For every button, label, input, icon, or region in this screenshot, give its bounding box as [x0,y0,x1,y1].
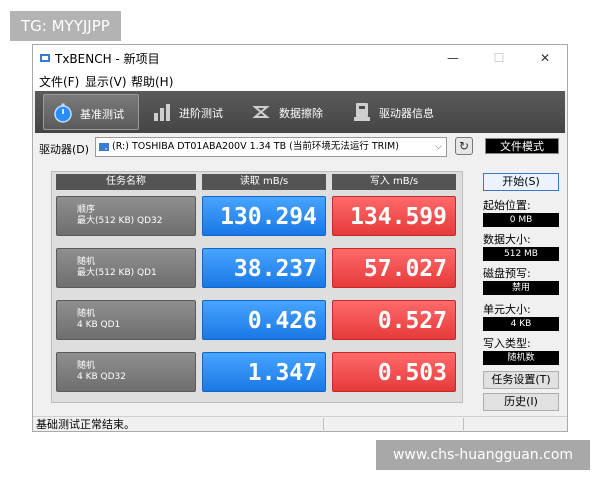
write-value: 0.527 [332,300,456,340]
settings-panel: 开始(S) 起始位置: 0 MB 数据大小: 512 MB 磁盘预写: 禁用 单… [483,171,561,411]
drive-icon [99,143,109,151]
tab-drive-info-label: 驱动器信息 [379,107,434,120]
unit-size-value[interactable]: 4 KB [483,317,559,331]
header-read: 读取 mB/s [202,174,326,190]
read-value: 130.294 [202,196,326,236]
task-settings-button[interactable]: 任务设置(T) [483,371,559,389]
status-bar: 基础测试正常结束。 [33,416,567,431]
header-task: 任务名称 [56,174,196,190]
app-window: TxBENCH - 新项目 — ☐ ✕ 文件(F) 显示(V) 帮助(H) 基准… [32,44,568,432]
start-position-label: 起始位置: [483,199,531,212]
history-button[interactable]: 历史(I) [483,393,559,411]
tab-drive-info[interactable]: 驱动器信息 [343,94,451,130]
refresh-button[interactable]: ↻ [455,137,473,155]
start-button[interactable]: 开始(S) [483,173,559,191]
data-size-label: 数据大小: [483,233,531,246]
stopwatch-icon [54,103,72,123]
task-button-rnd-4k-q32[interactable]: 随机 4 KB QD32 [56,352,196,392]
title-bar: TxBENCH - 新项目 — ☐ ✕ [33,45,567,71]
table-row: 随机 4 KB QD1 0.426 0.527 [52,296,462,344]
task-detail: 4 KB QD32 [77,372,126,382]
data-size-value[interactable]: 512 MB [483,247,559,261]
drive-select-value: (R:) TOSHIBA DT01ABA200V 1.34 TB (当前环境无法… [112,141,399,152]
menu-bar: 文件(F) 显示(V) 帮助(H) [33,71,567,91]
precondition-label: 磁盘预写: [483,267,531,280]
tab-erase-label: 数据擦除 [279,107,323,120]
start-position-value[interactable]: 0 MB [483,213,559,227]
write-type-value[interactable]: 随机数 [483,351,559,365]
read-value: 1.347 [202,352,326,392]
precondition-value[interactable]: 禁用 [483,281,559,295]
chevron-down-icon: ⌵ [435,142,442,152]
close-button[interactable]: ✕ [525,45,565,71]
task-type: 顺序 [77,205,96,215]
drive-select[interactable]: (R:) TOSHIBA DT01ABA200V 1.34 TB (当前环境无法… [95,137,447,157]
task-button-rnd-512k-q1[interactable]: 随机 最大(512 KB) QD1 [56,248,196,288]
header-write: 写入 mB/s [332,174,456,190]
unit-size-label: 单元大小: [483,303,531,316]
file-mode-button[interactable]: 文件模式 [485,138,559,154]
maximize-button[interactable]: ☐ [479,45,519,71]
status-divider [323,418,324,430]
tab-advanced-label: 进阶测试 [179,107,223,120]
task-detail: 最大(512 KB) QD1 [77,268,157,278]
refresh-icon: ↻ [458,139,470,153]
status-divider [463,418,464,430]
drive-info-icon [354,103,370,121]
minimize-button[interactable]: — [433,45,473,71]
write-value: 57.027 [332,248,456,288]
task-detail: 4 KB QD1 [77,320,121,330]
write-value: 134.599 [332,196,456,236]
write-type-label: 写入类型: [483,337,531,350]
window-title: TxBENCH - 新项目 [55,52,160,66]
watermark-top-left: TG: MYYJJPP [10,11,121,41]
task-button-seq-q32[interactable]: 顺序 最大(512 KB) QD32 [56,196,196,236]
task-button-rnd-4k-q1[interactable]: 随机 4 KB QD1 [56,300,196,340]
watermark-bottom-right: www.chs-huangguan.com [376,440,590,470]
read-value: 0.426 [202,300,326,340]
tab-benchmark[interactable]: 基准测试 [43,94,139,130]
task-type: 随机 [77,361,96,371]
tab-erase[interactable]: 数据擦除 [243,94,339,130]
table-row: 随机 最大(512 KB) QD1 38.237 57.027 [52,244,462,292]
app-icon [40,54,50,62]
table-row: 顺序 最大(512 KB) QD32 130.294 134.599 [52,192,462,240]
menu-file[interactable]: 文件(F) [39,73,79,90]
read-value: 38.237 [202,248,326,288]
status-text: 基础测试正常结束。 [36,418,135,431]
write-value: 0.503 [332,352,456,392]
menu-view[interactable]: 显示(V) [85,73,127,90]
tab-advanced[interactable]: 进阶测试 [143,94,239,130]
menu-help[interactable]: 帮助(H) [131,73,173,90]
task-type: 随机 [77,257,96,267]
task-detail: 最大(512 KB) QD32 [77,216,163,226]
erase-icon [252,106,270,118]
task-type: 随机 [77,309,96,319]
tab-benchmark-label: 基准测试 [80,108,124,121]
bar-chart-icon [154,104,170,121]
results-table: 任务名称 读取 mB/s 写入 mB/s 顺序 最大(512 KB) QD32 … [51,171,463,403]
table-row: 随机 4 KB QD32 1.347 0.503 [52,348,462,396]
drive-label: 驱动器(D) [39,143,90,156]
toolbar: 基准测试 进阶测试 数据擦除 驱动器信息 [35,91,565,133]
